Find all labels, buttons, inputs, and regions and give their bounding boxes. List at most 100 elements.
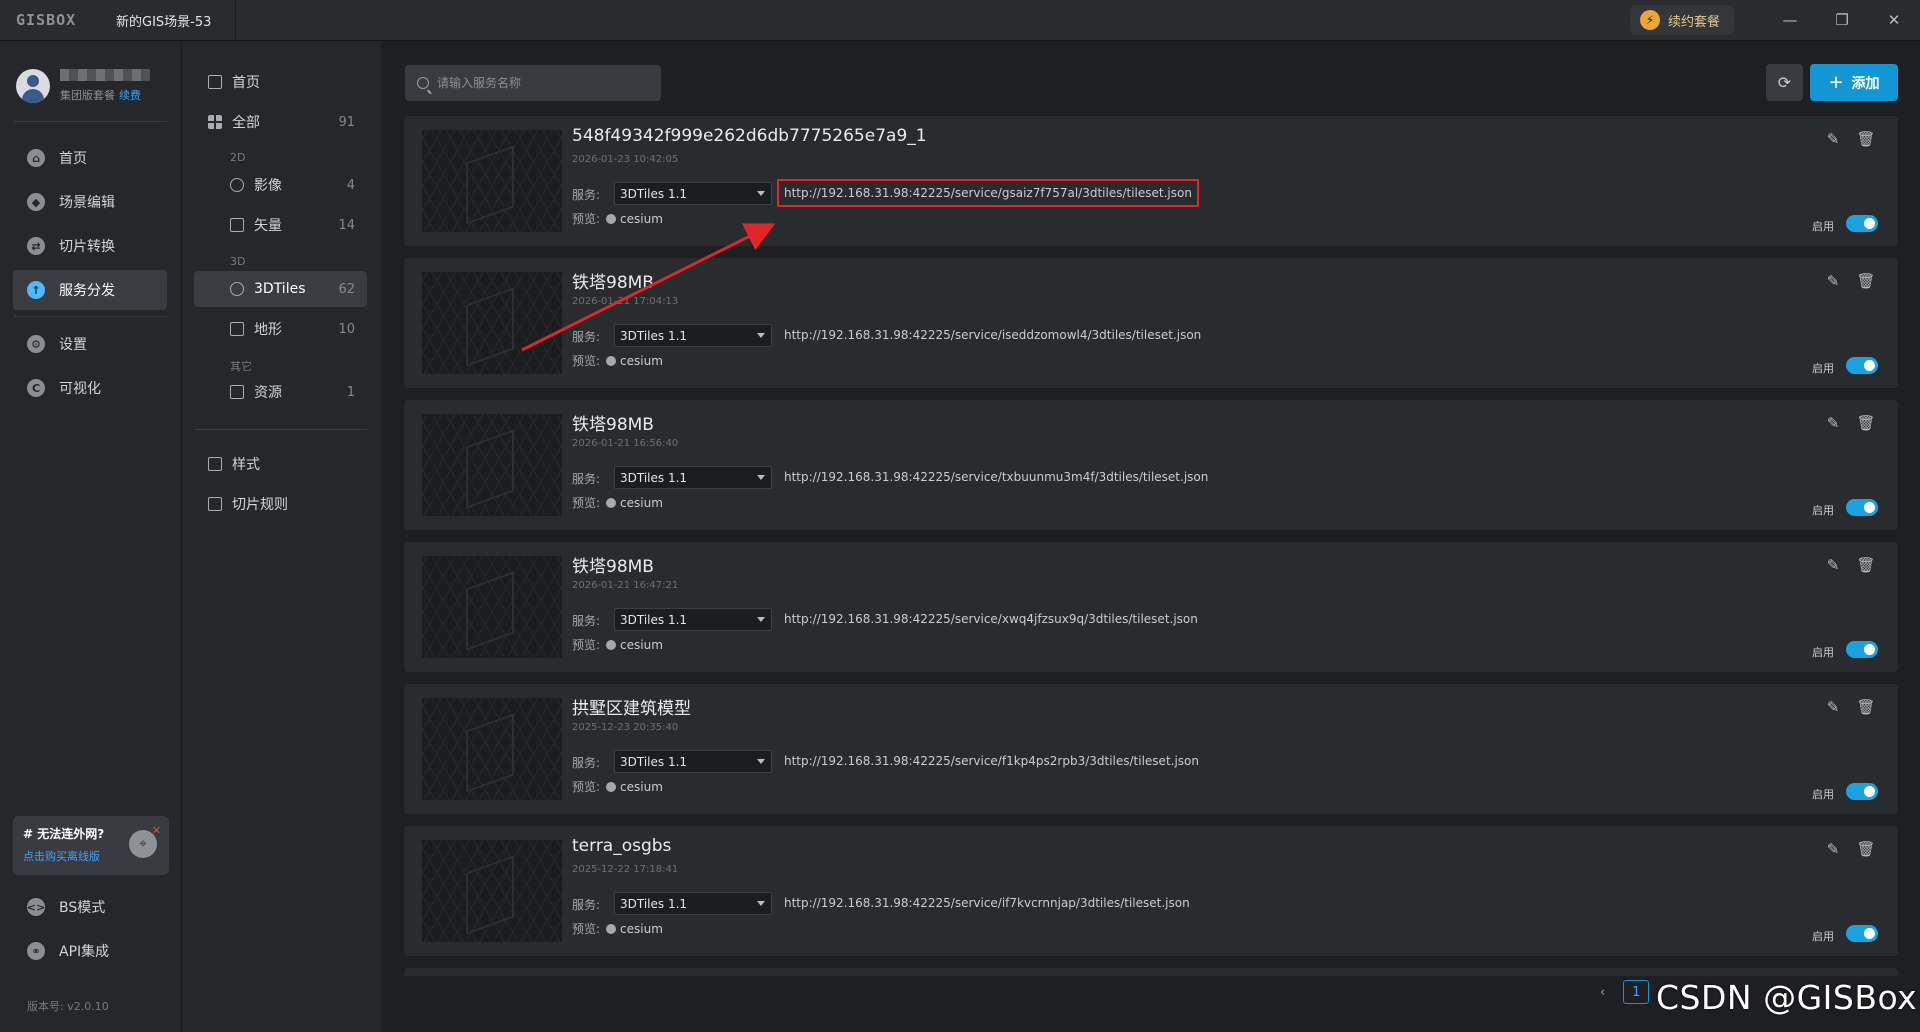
minimize-button[interactable]: — [1764,0,1816,41]
search-box[interactable] [405,65,661,101]
service-thumbnail[interactable] [422,272,562,374]
nav-label: 可视化 [59,381,101,397]
enable-toggle[interactable] [1846,499,1878,516]
app-logo: GISBOX [16,11,77,29]
category-label: 样式 [232,457,260,473]
add-button[interactable]: + 添加 [1810,64,1898,101]
preview-link[interactable]: cesium [620,212,663,226]
restore-button[interactable]: ❐ [1816,0,1868,41]
category-3dtiles[interactable]: 3DTiles 62 [194,271,367,307]
service-url[interactable]: http://192.168.31.98:42225/service/xwq4j… [784,612,1198,626]
nav-item-service-publish[interactable]: ↑ 服务分发 [13,270,167,310]
trash-icon[interactable]: 🗑 [1856,130,1875,148]
close-button[interactable]: ✕ [1868,0,1920,41]
trash-icon[interactable]: 🗑 [1856,698,1875,716]
nav-item-tile-convert[interactable]: ⇄ 切片转换 [13,226,167,266]
service-type-select[interactable]: 3DTiles 1.1 [614,608,772,631]
nav-item-settings[interactable]: ⚙ 设置 [13,324,167,364]
cesium-icon [606,923,617,934]
service-type-value: 3DTiles 1.1 [620,896,688,911]
preview-row: 预览: cesium [572,210,663,227]
edit-icon[interactable]: ✎ [1824,414,1842,432]
service-thumbnail[interactable] [422,414,562,516]
cube-icon [230,282,244,296]
terrain-icon [230,322,244,336]
preview-row: 预览: cesium [572,778,663,795]
enable-toggle[interactable] [1846,215,1878,232]
category-vector[interactable]: 矢量 14 [194,207,367,243]
category-terrain[interactable]: 地形 10 [194,311,367,347]
add-label: 添加 [1851,75,1880,92]
service-url[interactable]: http://192.168.31.98:42225/service/f1kp4… [784,754,1199,768]
service-type-select[interactable]: 3DTiles 1.1 [614,466,772,489]
service-type-select[interactable]: 3DTiles 1.1 [614,892,772,915]
offline-promo[interactable]: # 无法连外网? 点击购买离线版 ⌖ ✕ [13,816,169,875]
edit-icon[interactable]: ✎ [1824,698,1842,716]
refresh-button[interactable]: ⟳ [1766,64,1803,101]
preview-link[interactable]: cesium [620,496,663,510]
edit-icon[interactable]: ✎ [1824,556,1842,574]
edit-icon[interactable]: ✎ [1824,130,1842,148]
service-card: 548f49342f999e262d6db7775265e7a9_1 2026-… [404,116,1898,246]
service-url[interactable]: http://192.168.31.98:42225/service/txbuu… [784,470,1208,484]
nav-item-home[interactable]: ⌂ 首页 [13,138,167,178]
service-type-select[interactable]: 3DTiles 1.1 [614,182,772,205]
user-plan: 集团版套餐 续费 [60,87,150,103]
trash-icon[interactable]: 🗑 [1856,556,1875,574]
category-count: 4 [346,177,355,193]
user-profile[interactable]: 集团版套餐 续费 [16,61,166,111]
edit-icon[interactable]: ✎ [1824,840,1842,858]
service-url[interactable]: http://192.168.31.98:42225/service/isedd… [784,328,1201,342]
service-card: 铁塔98MB 2026-01-21 17:04:13 服务: 3DTiles 1… [404,258,1898,388]
trash-icon[interactable]: 🗑 [1856,414,1875,432]
enable-toggle[interactable] [1846,357,1878,374]
gear-icon: ⚙ [27,335,45,353]
close-small-icon[interactable]: ✕ [152,824,161,837]
service-type-select[interactable]: 3DTiles 1.1 [614,324,772,347]
search-input[interactable] [437,76,637,90]
category-label: 首页 [232,75,260,91]
enable-toggle[interactable] [1846,641,1878,658]
service-url[interactable]: http://192.168.31.98:42225/service/gsaiz… [777,179,1199,207]
preview-link[interactable]: cesium [620,780,663,794]
visual-icon: C [27,379,45,397]
service-thumbnail[interactable] [422,130,562,232]
renew-plan-button[interactable]: ⚡ 续约套餐 [1629,5,1734,35]
trash-icon[interactable]: 🗑 [1856,272,1875,290]
preview-link[interactable]: cesium [620,922,663,936]
service-thumbnail[interactable] [422,698,562,800]
preview-link[interactable]: cesium [620,354,663,368]
enable-toggle[interactable] [1846,783,1878,800]
nav-item-api[interactable]: ⚭ API集成 [13,931,167,971]
category-label: 3DTiles [254,281,306,297]
enable-label: 启用 [1812,504,1834,517]
trash-icon[interactable]: 🗑 [1856,840,1875,858]
service-type-select[interactable]: 3DTiles 1.1 [614,750,772,773]
category-home[interactable]: 首页 [194,64,367,100]
category-imagery[interactable]: 影像 4 [194,167,367,203]
renew-link[interactable]: 续费 [119,89,141,102]
service-date: 2026-01-21 16:56:40 [572,438,679,449]
scene-tab[interactable]: 新的GIS场景-53 [104,0,237,41]
category-count: 10 [338,321,355,337]
category-style[interactable]: 样式 [194,446,367,482]
enable-toggle[interactable] [1846,925,1878,942]
preview-link[interactable]: cesium [620,638,663,652]
refresh-icon: ⟳ [1777,73,1792,92]
edit-icon[interactable]: ✎ [1824,272,1842,290]
nav-item-scene-edit[interactable]: ◆ 场景编辑 [13,182,167,222]
nav-item-bs-mode[interactable]: <> BS模式 [13,887,167,927]
prev-page-button[interactable]: ‹ [1600,985,1605,1000]
category-resource[interactable]: 资源 1 [194,374,367,410]
nav-item-visualization[interactable]: C 可视化 [13,368,167,408]
style-icon [208,457,222,471]
service-thumbnail[interactable] [422,556,562,658]
current-page[interactable]: 1 [1623,980,1650,1004]
service-url[interactable]: http://192.168.31.98:42225/service/if7kv… [784,896,1190,910]
service-date: 2026-01-21 16:47:21 [572,580,679,591]
service-thumbnail[interactable] [422,840,562,942]
cesium-icon [606,355,617,366]
category-tile-rules[interactable]: 切片规则 [194,486,367,522]
chevron-down-icon [757,333,765,338]
category-all[interactable]: 全部 91 [194,104,367,140]
